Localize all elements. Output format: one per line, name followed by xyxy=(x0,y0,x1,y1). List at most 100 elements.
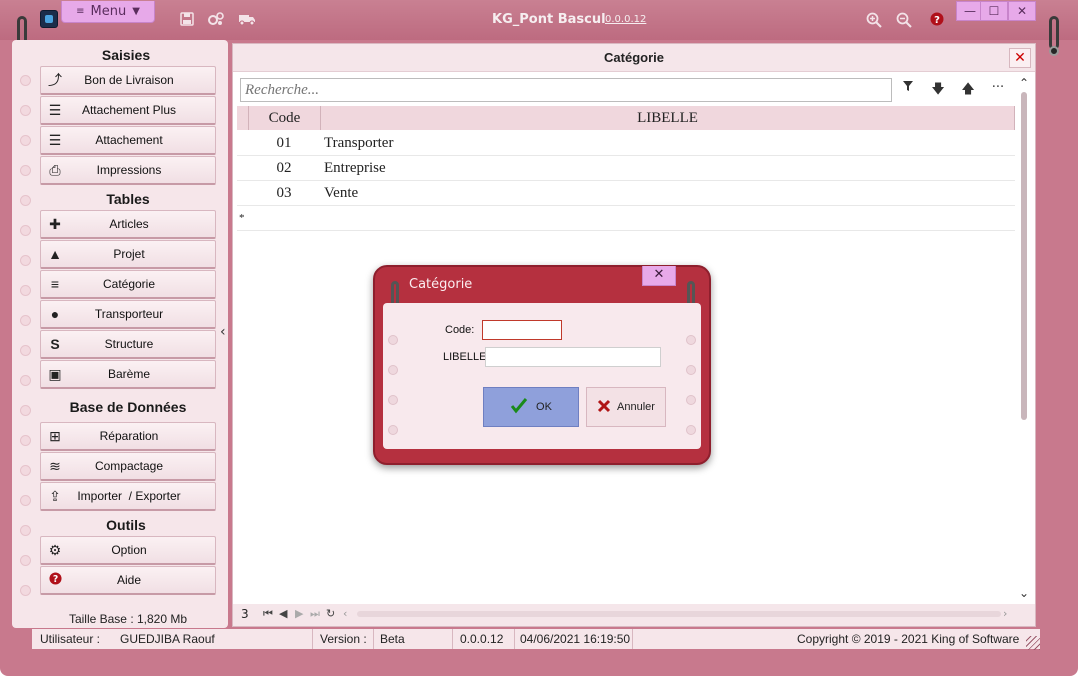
scroll-right-icon[interactable]: › xyxy=(1003,607,1007,620)
nav-bareme[interactable]: ▣ Barème xyxy=(40,360,216,389)
maximize-button[interactable]: ☐ xyxy=(980,1,1008,21)
build-number: 0.0.0.12 xyxy=(460,632,504,646)
zoom-in-icon[interactable] xyxy=(865,12,883,28)
sort-descending-icon[interactable]: 🡇 xyxy=(925,80,951,100)
users-icon: ● xyxy=(50,306,60,322)
nav-structure[interactable]: S Structure xyxy=(40,330,216,359)
binder-hole xyxy=(686,425,696,435)
binder-hole xyxy=(20,285,31,296)
last-record-icon[interactable]: ⏭ xyxy=(310,607,320,621)
libelle-input[interactable] xyxy=(485,347,661,367)
new-row-marker: * xyxy=(239,212,245,224)
dialog-close-button[interactable]: ✕ xyxy=(642,266,676,286)
truck-icon[interactable] xyxy=(238,12,256,28)
binder-hole xyxy=(20,585,31,596)
window-close-button[interactable]: ✕ xyxy=(1008,1,1036,21)
menu-button[interactable]: ≡ Menu ▼ xyxy=(61,1,155,23)
sort-ascending-icon[interactable]: 🡅 xyxy=(955,80,981,100)
libelle-label: LIBELLE xyxy=(443,351,487,363)
horizontal-scrollbar[interactable] xyxy=(357,611,1001,617)
nav-label: Réparation xyxy=(99,429,159,443)
datetime: 04/06/2021 16:19:50 xyxy=(520,632,631,646)
nav-projet[interactable]: ▲ Projet xyxy=(40,240,216,269)
zoom-out-icon[interactable] xyxy=(895,12,913,28)
scroll-down-icon[interactable]: ⌄ xyxy=(1019,586,1029,600)
help-icon[interactable]: ? xyxy=(928,12,946,28)
gears-icon: ⚙ xyxy=(48,541,62,558)
app-version-link[interactable]: 0.0.0.12 xyxy=(605,14,646,25)
nav-label: Articles xyxy=(109,217,149,231)
code-input[interactable] xyxy=(482,320,562,340)
filter-icon[interactable] xyxy=(895,80,921,100)
nav-label: Transporteur xyxy=(94,307,164,321)
nav-attachement-plus[interactable]: ☰ Attachement Plus xyxy=(40,96,216,125)
ok-button[interactable]: OK xyxy=(483,387,579,427)
nav-label: Projet xyxy=(113,247,145,261)
scroll-up-icon[interactable]: ⌃ xyxy=(1019,76,1029,90)
binder-hole xyxy=(686,395,696,405)
binder-hole xyxy=(20,315,31,326)
nav-reparation[interactable]: ⊞ Réparation xyxy=(40,422,216,451)
code-label: Code: xyxy=(445,324,475,336)
binder-hole xyxy=(20,375,31,386)
cell-code: 01 xyxy=(276,135,292,151)
nav-attachement[interactable]: ☰ Attachement xyxy=(40,126,216,155)
table-row[interactable]: 02 Entreprise xyxy=(237,156,1015,181)
panel-title: Catégorie xyxy=(604,50,664,65)
scroll-left-icon[interactable]: ‹ xyxy=(343,607,347,620)
binder-ring-icon xyxy=(1049,46,1059,56)
column-header-libelle[interactable]: LIBELLE xyxy=(321,106,1015,130)
resize-grip-icon[interactable] xyxy=(1026,636,1040,650)
section-title-tables: Tables xyxy=(106,191,150,207)
scrollbar-thumb[interactable] xyxy=(1021,92,1027,420)
save-icon[interactable] xyxy=(178,12,196,28)
next-record-icon[interactable]: ▶ xyxy=(295,607,303,620)
binder-hole xyxy=(20,345,31,356)
nav-label: Catégorie xyxy=(102,277,156,291)
nav-transporteur[interactable]: ● Transporteur xyxy=(40,300,216,329)
vertical-scrollbar[interactable]: ⌃ ⌄ xyxy=(1017,76,1033,602)
binder-hole xyxy=(388,395,398,405)
binder-hole xyxy=(20,255,31,266)
nav-impressions[interactable]: ⎙ Impressions xyxy=(40,156,216,185)
nav-importer-exporter[interactable]: ⇪ Importer / Exporter xyxy=(40,482,216,511)
chevron-down-icon: ▼ xyxy=(132,6,140,17)
column-header-code[interactable]: Code xyxy=(249,106,321,130)
binder-hole xyxy=(388,335,398,345)
user-label: Utilisateur : xyxy=(40,632,101,646)
cancel-button[interactable]: Annuler xyxy=(586,387,666,427)
app-window: ≡ Menu ▼ KG_Pont Bascul 0.0.0.12 ? — ☐ ✕ xyxy=(0,0,1078,676)
search-input[interactable] xyxy=(240,78,892,102)
refresh-icon[interactable]: ↻ xyxy=(326,607,335,620)
panel-close-button[interactable]: ✕ xyxy=(1009,48,1031,68)
separator xyxy=(514,629,515,649)
binder-hole xyxy=(686,335,696,345)
app-title: KG_Pont Bascul xyxy=(492,12,606,27)
nav-bon-de-livraison[interactable]: ⤴ Bon de Livraison xyxy=(40,66,216,95)
binder-hole xyxy=(388,425,398,435)
first-record-icon[interactable]: ⏮ xyxy=(263,607,273,621)
hamburger-icon: ≡ xyxy=(76,6,85,17)
menu-label: Menu xyxy=(90,4,127,19)
share-icon: ⤴ xyxy=(48,72,62,88)
ok-label: OK xyxy=(536,401,552,413)
sidebar-collapse-handle[interactable]: ‹ xyxy=(220,234,230,434)
separator xyxy=(373,629,374,649)
nav-compactage[interactable]: ≋ Compactage xyxy=(40,452,216,481)
new-row[interactable]: * xyxy=(237,206,1015,231)
nav-aide[interactable]: ? Aide xyxy=(40,566,216,595)
list-card-icon: ☰ xyxy=(48,131,62,148)
table-row[interactable]: 01 Transporter xyxy=(237,131,1015,156)
table-row[interactable]: 03 Vente xyxy=(237,181,1015,206)
more-options-icon[interactable]: ··· xyxy=(985,80,1011,100)
puzzle-icon: ✚ xyxy=(49,215,61,232)
road-icon: ▲ xyxy=(48,246,62,262)
nav-articles[interactable]: ✚ Articles xyxy=(40,210,216,239)
nav-categorie[interactable]: ≡ Catégorie xyxy=(40,270,216,299)
previous-record-icon[interactable]: ◀ xyxy=(279,607,287,620)
nav-option[interactable]: ⚙ Option xyxy=(40,536,216,565)
chevron-left-icon: ‹ xyxy=(220,324,226,340)
app-logo-icon xyxy=(40,10,58,28)
settings-icon[interactable] xyxy=(207,12,225,28)
row-indicator-header xyxy=(237,106,249,130)
